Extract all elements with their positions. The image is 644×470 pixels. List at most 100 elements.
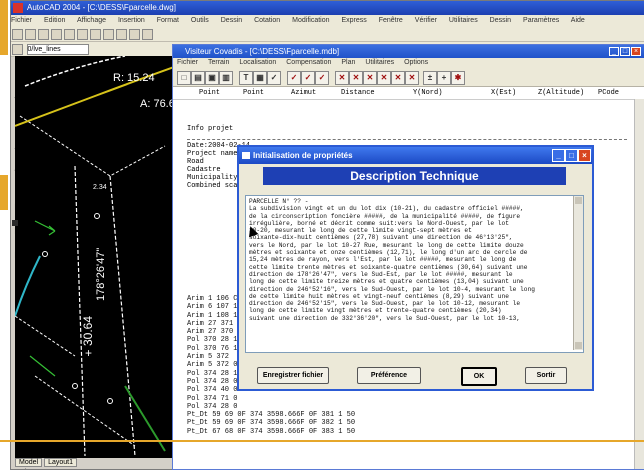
save-icon[interactable]: [38, 29, 49, 40]
menu-item[interactable]: Fenêtre: [379, 17, 403, 24]
tab-model[interactable]: Model: [15, 458, 43, 467]
preference-button[interactable]: Préférence: [357, 367, 421, 384]
scroll-up-icon[interactable]: [575, 197, 582, 204]
check-red-icon[interactable]: ✓: [315, 71, 329, 85]
undo-icon[interactable]: [103, 29, 114, 40]
tab-layout1[interactable]: Layout1: [44, 458, 77, 467]
font-icon[interactable]: T: [239, 71, 253, 85]
pan-icon[interactable]: [129, 29, 140, 40]
drawing-canvas[interactable]: R: 15.24 A: 76.64 2.34 178°26'47" 30.64 …: [15, 56, 177, 458]
text-line: soixante-dix-huit centièmes (27,78) suiv…: [249, 234, 513, 242]
info-title: Info projet: [187, 125, 234, 133]
open-icon[interactable]: ▤: [191, 71, 205, 85]
curve-cyan: [15, 255, 41, 317]
copy-icon[interactable]: [77, 29, 88, 40]
insert-icon[interactable]: ±: [423, 71, 437, 85]
description-text: PARCELLE N° ?? - La subdivision vingt et…: [249, 198, 571, 322]
column-header: PCode: [598, 89, 620, 97]
ok-button[interactable]: OK: [461, 367, 497, 386]
column-header: X(Est): [491, 89, 517, 97]
parcel-boundary: [109, 175, 136, 457]
list-item: Pol 374 28 0: [187, 402, 238, 411]
menu-item[interactable]: Utilitaires: [365, 59, 394, 66]
exit-button[interactable]: Sortir: [525, 367, 567, 384]
cut-icon[interactable]: [64, 29, 75, 40]
report-scrollbar[interactable]: [634, 99, 644, 469]
menu-item[interactable]: Affichage: [77, 17, 106, 24]
text-line: direction de 246°52'16", vers le Sud-Oue…: [249, 285, 535, 293]
menu-item[interactable]: Fichier: [11, 17, 32, 24]
menu-item[interactable]: Vérifier: [415, 17, 437, 24]
menu-item[interactable]: Plan: [341, 59, 355, 66]
save-file-button[interactable]: Enregistrer fichier: [257, 367, 329, 384]
delete-icon[interactable]: ✕: [363, 71, 377, 85]
description-textarea[interactable]: PARCELLE N° ?? - La subdivision vingt et…: [245, 195, 584, 353]
menu-item[interactable]: Insertion: [118, 17, 145, 24]
close-icon[interactable]: ×: [578, 149, 591, 162]
check-red-icon[interactable]: ✓: [301, 71, 315, 85]
menu-item[interactable]: Compensation: [286, 59, 331, 66]
menu-item[interactable]: Cotation: [254, 17, 280, 24]
menu-item[interactable]: Dessin: [490, 17, 511, 24]
autocad-title-bar: AutoCAD 2004 - [C:\DESS\Fparcelle.dwg]: [11, 1, 644, 15]
text-line: direction de 178°26'47", vers le Sud-Est…: [249, 270, 513, 278]
delete-icon[interactable]: ✕: [391, 71, 405, 85]
text-line: long de cette limite treize mètres et qu…: [249, 278, 524, 286]
check-icon[interactable]: ✓: [267, 71, 281, 85]
menu-item[interactable]: Fichier: [177, 59, 198, 66]
layer-icon[interactable]: [12, 44, 23, 55]
new-icon[interactable]: [12, 29, 23, 40]
redo-icon[interactable]: [116, 29, 127, 40]
paste-icon[interactable]: [90, 29, 101, 40]
menu-item[interactable]: Dessin: [221, 17, 242, 24]
radius-label: R: 15.24: [113, 72, 155, 84]
layer-field[interactable]: 0/lve_lines: [26, 44, 89, 55]
menu-item[interactable]: Express: [341, 17, 366, 24]
maximize-icon[interactable]: □: [620, 47, 630, 56]
parcel-boundary: [24, 56, 126, 87]
zoom-icon[interactable]: [142, 29, 153, 40]
text-line: de la circonscription foncière #####, de…: [249, 212, 521, 220]
save-icon[interactable]: ▣: [205, 71, 219, 85]
print-icon[interactable]: [51, 29, 62, 40]
menu-item[interactable]: Aide: [571, 17, 585, 24]
autocad-menu-bar: Fichier Edition Affichage Insertion Form…: [11, 15, 644, 27]
menu-item[interactable]: Localisation: [239, 59, 276, 66]
close-icon[interactable]: ×: [631, 47, 641, 56]
point-marker: [72, 383, 78, 389]
menu-item[interactable]: Options: [404, 59, 428, 66]
arrow-green: [29, 355, 56, 377]
menu-item[interactable]: Outils: [191, 17, 209, 24]
text-line: 10-20, mesurant le long de cette limite …: [249, 227, 472, 235]
menu-item[interactable]: Format: [157, 17, 179, 24]
check-red-icon[interactable]: ✓: [287, 71, 301, 85]
table-icon[interactable]: ▦: [253, 71, 267, 85]
point-marker: [107, 398, 113, 404]
menu-item[interactable]: Utilitaires: [449, 17, 478, 24]
add-icon[interactable]: +: [437, 71, 451, 85]
maximize-icon[interactable]: □: [565, 149, 578, 162]
report-toolbar: □ ▤ ▣ ▥ T ▦ ✓ ✓ ✓ ✓ ✕ ✕ ✕ ✕ ✕ ✕ ± + ✱: [173, 68, 644, 87]
text-line: 15,24 mètres de rayon, vers l'Est, par l…: [249, 256, 517, 264]
list-item: Pol 374 71 0: [187, 394, 238, 403]
menu-item[interactable]: Paramètres: [523, 17, 559, 24]
text-line: La subdivision vingt et un du lot dix (1…: [249, 205, 524, 213]
delete-icon[interactable]: ✕: [405, 71, 419, 85]
textarea-scrollbar[interactable]: [573, 196, 583, 350]
delete-icon[interactable]: ✕: [349, 71, 363, 85]
minimize-icon[interactable]: _: [609, 47, 619, 56]
delete-icon[interactable]: ✕: [335, 71, 349, 85]
text-line: long de cette limite vingt mètres et tre…: [249, 307, 502, 315]
minimize-icon[interactable]: _: [552, 149, 565, 162]
print-icon[interactable]: ▥: [219, 71, 233, 85]
open-icon[interactable]: [25, 29, 36, 40]
delete-icon[interactable]: ✕: [377, 71, 391, 85]
menu-item[interactable]: Modification: [292, 17, 329, 24]
scroll-down-icon[interactable]: [575, 342, 582, 349]
parcel-boundary: [74, 165, 86, 457]
menu-item[interactable]: Edition: [44, 17, 65, 24]
new-icon[interactable]: □: [177, 71, 191, 85]
menu-item[interactable]: Terrain: [208, 59, 229, 66]
star-icon[interactable]: ✱: [451, 71, 465, 85]
autocad-logo-icon: [13, 3, 23, 13]
